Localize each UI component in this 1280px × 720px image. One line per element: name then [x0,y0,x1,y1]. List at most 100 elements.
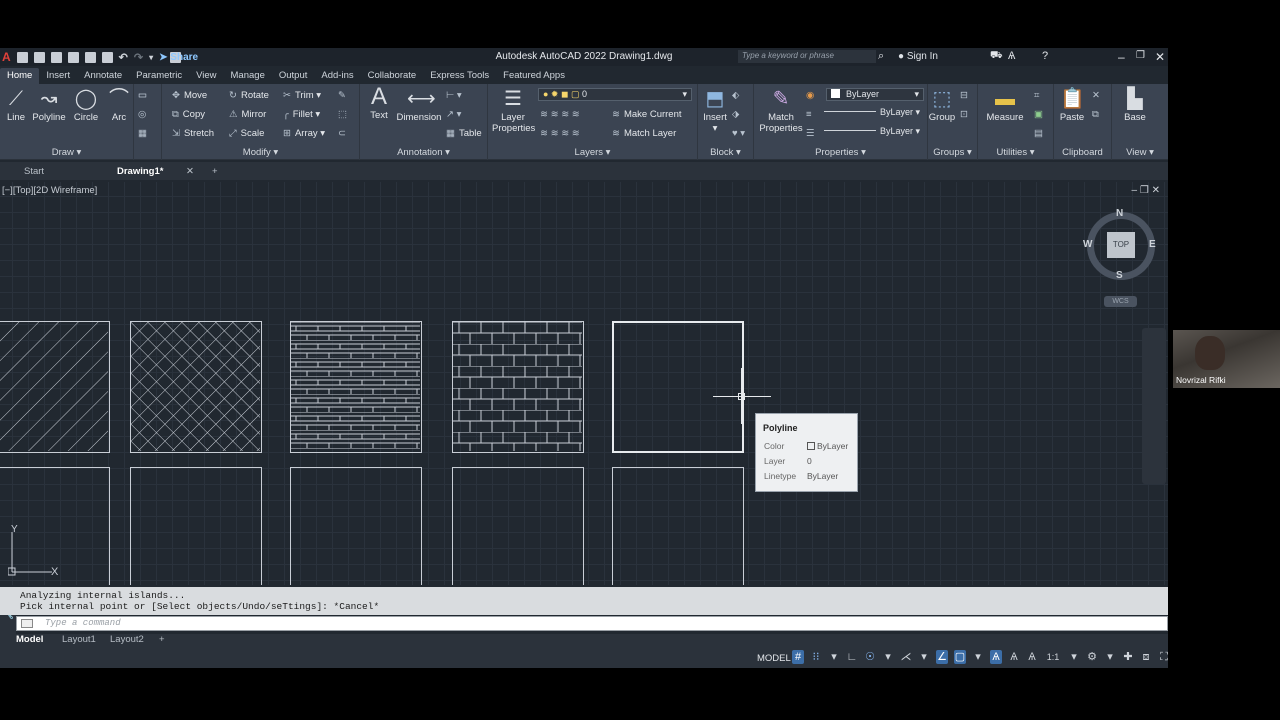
edit-block-icon[interactable]: ⬗ [732,109,739,120]
layer-tools-icon[interactable]: ≋ ≋ ≋ ≋ [540,109,580,120]
isolate-objects-icon[interactable]: ⧈ [1140,650,1152,664]
chevron-down-icon[interactable]: ▾ [1104,650,1116,664]
tab-home[interactable]: Home [0,68,40,84]
viewport-controls-label[interactable]: [−][Top][2D Wireframe] [2,185,97,196]
chevron-down-icon[interactable]: ▾ [882,650,894,664]
lineweight-dropdown[interactable]: ByLayer ▾ [820,107,924,120]
close-icon[interactable]: ✕ [186,166,194,177]
layer-tools-2-icon[interactable]: ≋ ≋ ≋ ≋ [540,128,580,139]
tab-add-ins[interactable]: Add-ins [314,68,360,84]
scale-button[interactable]: ⤢ Scale [229,128,264,139]
insert-button[interactable]: ⬒ Insert ▾ [700,88,730,134]
ungroup-icon[interactable]: ⊟ [960,90,968,101]
cut-icon[interactable]: ✕ [1092,90,1100,101]
draw-panel-title[interactable]: Draw ▾ [0,147,133,158]
annotation-panel-title[interactable]: Annotation ▾ [360,147,487,158]
view-panel-title[interactable]: View ▾ [1112,147,1168,158]
group-button[interactable]: ⬚ Group [928,88,956,123]
tab-manage[interactable]: Manage [224,68,272,84]
clipboard-panel-title[interactable]: Clipboard [1054,147,1111,158]
measure-button[interactable]: ▬ Measure [984,88,1026,123]
annotation-scale-icon[interactable]: Ѧ [1026,650,1038,664]
circle-button[interactable]: ◯ Circle [72,88,100,123]
tab-express-tools[interactable]: Express Tools [423,68,496,84]
plus-icon[interactable]: + [159,634,165,645]
tab-insert[interactable]: Insert [39,68,77,84]
hatch-box-crosshatch[interactable] [130,321,262,453]
command-icon[interactable] [21,619,33,628]
drawing-canvas[interactable]: [−][Top][2D Wireframe] – ❐ ✕ Polyline Co [0,182,1168,585]
tab-output[interactable]: Output [272,68,315,84]
search-icon[interactable]: ⌕ [878,50,884,63]
model-space-button[interactable]: MODEL [757,653,791,664]
mirror-button[interactable]: ⚠ Mirror [229,109,266,120]
hatch-box-brick-large[interactable] [290,321,422,453]
match-layer-button[interactable]: ≋ Match Layer [612,128,676,139]
color-wheel-icon[interactable]: ◉ [806,90,814,101]
tab-annotate[interactable]: Annotate [77,68,129,84]
chevron-down-icon[interactable]: ▾ [828,650,840,664]
tab-view[interactable]: View [189,68,223,84]
lineweight-icon[interactable]: ≡ [806,109,812,120]
select-all-icon[interactable]: ▣ [1034,109,1043,120]
tab-start[interactable]: Start [24,166,44,177]
ortho-icon[interactable]: ∟ [846,650,858,664]
search-input[interactable]: Type a keyword or phrase [738,50,876,63]
plus-icon[interactable]: + [212,166,218,177]
block-attributes-icon[interactable]: ♥ ▾ [732,128,745,139]
annotation-visibility-icon[interactable]: Ѧ [990,650,1002,664]
object-snap-tracking-icon[interactable]: ∠ [936,650,948,664]
viewport-window-controls[interactable]: – ❐ ✕ [1132,185,1160,196]
empty-box[interactable] [452,467,584,585]
gear-icon[interactable]: ⚙ [1086,650,1098,664]
calculator-icon[interactable]: ▤ [1034,128,1043,139]
clean-screen-icon[interactable]: ⛶ [1158,650,1168,664]
annotation-scale-value[interactable]: 1:1 [1044,650,1062,664]
hatch-box-diagonal[interactable] [0,321,110,453]
viewcube-east[interactable]: E [1149,239,1156,250]
minimize-button[interactable]: – [1118,50,1125,64]
paste-button[interactable]: 📋 Paste [1056,88,1088,123]
wcs-menu[interactable]: WCS [1104,296,1137,307]
viewcube-top-face[interactable]: TOP [1107,232,1135,258]
copy-clip-icon[interactable]: ⧉ [1092,109,1099,120]
move-button[interactable]: ✥ Move [172,90,207,101]
layer-dropdown[interactable]: ● ✹ ◼ ▢ 0 ▾ [538,88,692,101]
close-window-button[interactable]: ✕ [1155,50,1165,64]
layers-panel-title[interactable]: Layers ▾ [488,147,697,158]
tab-layout1[interactable]: Layout1 [62,634,96,645]
fillet-button[interactable]: ╭ Fillet ▾ [283,109,320,120]
autoscale-icon[interactable]: Ѧ [1008,650,1020,664]
osnap-icon[interactable]: ▢ [954,650,966,664]
properties-panel-title[interactable]: Properties ▾ [754,147,927,158]
command-input[interactable]: Type a command [16,616,1168,631]
make-current-button[interactable]: ≋ Make Current [612,109,682,120]
explode-icon[interactable]: ⬚ [338,109,347,120]
polyline-button[interactable]: ↝ Polyline [31,88,67,123]
multileader-icon[interactable]: ↗ ▾ [446,109,461,120]
array-button[interactable]: ⊞ Array ▾ [283,128,325,139]
modify-panel-title[interactable]: Modify ▾ [162,147,359,158]
hatch-box-brick[interactable] [452,321,584,453]
utilities-panel-title[interactable]: Utilities ▾ [978,147,1053,158]
base-button[interactable]: ▙ Base [1120,88,1150,123]
tab-layout2[interactable]: Layout2 [110,634,144,645]
arc-button[interactable]: ⌒ Arc [106,88,132,123]
block-panel-title[interactable]: Block ▾ [698,147,753,158]
tab-collaborate[interactable]: Collaborate [361,68,424,84]
rectangle-icon[interactable]: ▭ [138,90,147,101]
cart-icon[interactable]: ⛟ [990,50,1003,63]
viewcube-south[interactable]: S [1116,270,1123,281]
group-edit-icon[interactable]: ⊡ [960,109,968,120]
polar-icon[interactable]: ☉ [864,650,876,664]
empty-box[interactable] [290,467,422,585]
viewcube-north[interactable]: N [1116,208,1123,219]
tab-featured-apps[interactable]: Featured Apps [496,68,572,84]
color-dropdown[interactable]: ByLayer ▾ [826,88,924,101]
empty-box[interactable] [612,467,744,585]
line-button[interactable]: ⟋ Line [3,88,29,123]
polyline-box-selected[interactable] [612,321,744,453]
isodraft-icon[interactable]: ⋌ [900,650,912,664]
boundary-icon[interactable]: ▦ [138,128,147,139]
offset-icon[interactable]: ⊂ [338,128,346,139]
